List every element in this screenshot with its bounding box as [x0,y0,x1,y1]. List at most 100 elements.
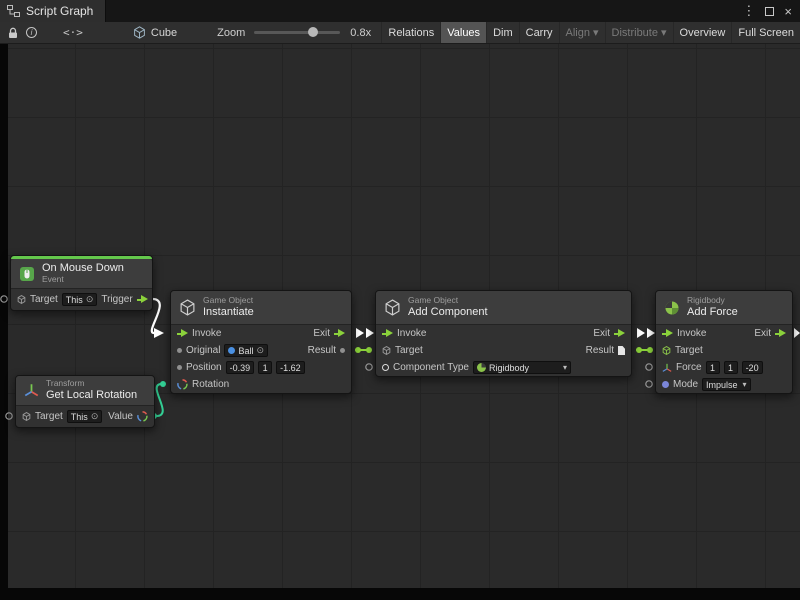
close-icon[interactable]: × [784,4,792,19]
node-title: Add Force [687,306,738,319]
fullscreen-button[interactable]: Full Screen [731,22,800,43]
enum-type-icon [662,381,669,388]
position-x-input[interactable]: -0.39 [226,361,255,374]
node-title: Get Local Rotation [46,389,137,402]
flow-output-icon[interactable] [775,329,786,338]
rigidbody-icon [664,300,680,316]
position-port-label: Position [186,362,222,373]
target-port-label: Target [30,294,58,305]
rotation-port-label: Rotation [192,379,229,390]
gameobject-icon [179,299,196,316]
node-header: Game Object Instantiate [171,291,351,325]
position-y-input[interactable]: 1 [258,361,272,374]
gameobject-type-icon [662,346,671,355]
node-header: Game Object Add Component [376,291,631,325]
target-port-label: Target [395,345,423,356]
target-port-label: Target [675,345,703,356]
dropdown-arrow-icon: ▾ [593,26,599,39]
value-port-icon[interactable] [177,365,182,370]
target-object-field[interactable]: This ⊙ [67,410,103,423]
values-label: Values [447,27,480,39]
rotation-type-icon[interactable] [137,411,148,422]
type-port-icon[interactable] [382,364,389,371]
node-add-force[interactable]: Rigidbody Add Force Invoke Exit Target [655,290,793,394]
window-tab[interactable]: Script Graph [0,0,106,22]
distribute-label: Distribute [612,27,658,39]
values-button[interactable]: Values [440,22,486,43]
port-row: Component Type Rigidbody ▾ [376,359,631,376]
script-graph-window: Script Graph ⋮ × i <·> Cube Zoom 0.8x [0,0,800,600]
node-get-local-rotation[interactable]: Transform Get Local Rotation Target This… [15,375,155,428]
invoke-port-label: Invoke [677,328,706,339]
maximize-icon[interactable] [765,7,774,16]
relations-label: Relations [388,27,434,39]
component-result-icon[interactable] [618,346,625,355]
force-mode-dropdown[interactable]: Impulse ▾ [702,378,751,391]
trigger-port-label: Trigger [101,294,132,305]
lock-glyph [8,27,18,39]
invoke-port-label: Invoke [397,328,426,339]
carry-button[interactable]: Carry [519,22,559,43]
relations-button[interactable]: Relations [381,22,440,43]
port-row: Position -0.39 1 -1.62 [171,359,351,376]
info-icon[interactable]: i [22,22,41,43]
flow-output-icon[interactable] [334,329,345,338]
node-add-component[interactable]: Game Object Add Component Invoke Exit Ta… [375,290,632,377]
zoom-slider[interactable] [254,31,340,34]
port-row: Force 1 1 -20 [656,359,792,376]
distribute-button[interactable]: Distribute▾ [605,22,673,43]
graph-toolbar: i <·> Cube Zoom 0.8x Relations Values Di… [0,22,800,44]
flow-input-icon[interactable] [662,329,673,338]
force-y-input[interactable]: 1 [724,361,738,374]
mode-port-label: Mode [673,379,698,390]
flow-output-icon[interactable] [614,329,625,338]
object-picker-icon[interactable]: ⊙ [86,295,94,304]
force-y-value: 1 [728,363,733,373]
node-category: Game Object [408,296,488,306]
result-port-label: Result [308,345,336,356]
dim-button[interactable]: Dim [486,22,519,43]
object-picker-icon[interactable]: ⊙ [91,412,99,421]
dropdown-arrow-icon: ▾ [563,363,567,372]
original-object-value: Ball [238,346,253,356]
ball-prefab-icon [228,347,235,354]
port-row: Invoke Exit [376,325,631,342]
lock-icon[interactable] [4,22,22,43]
flow-output-icon[interactable] [137,295,148,304]
title-bar: Script Graph ⋮ × [0,0,800,22]
force-x-input[interactable]: 1 [706,361,720,374]
graph-inspector-icon[interactable]: <·> [59,22,87,43]
value-port-icon[interactable] [177,348,182,353]
kebab-menu-icon[interactable]: ⋮ [742,3,755,19]
align-button[interactable]: Align▾ [559,22,605,43]
component-type-value: Rigidbody [489,363,529,373]
invoke-port-label: Invoke [192,328,221,339]
value-port-icon[interactable] [340,348,345,353]
target-object-field[interactable]: This ⊙ [62,293,98,306]
component-type-dropdown[interactable]: Rigidbody ▾ [473,361,571,374]
script-graph-icon [7,5,20,17]
canvas-bottom-edge [0,588,800,600]
port-row: Rotation [171,376,351,393]
gameobject-type-icon [17,295,26,304]
zoom-slider-thumb[interactable] [308,27,318,37]
flow-input-icon[interactable] [382,329,393,338]
node-instantiate[interactable]: Game Object Instantiate Invoke Exit Orig… [170,290,352,394]
position-z-input[interactable]: -1.62 [276,361,305,374]
target-object-value: This [66,295,83,305]
graph-object-label: Cube [151,27,177,39]
force-z-input[interactable]: -20 [742,361,763,374]
force-port-label: Force [676,362,702,373]
exit-port-label: Exit [754,328,771,339]
object-picker-icon[interactable]: ⊙ [256,346,264,355]
graph-object-button[interactable]: Cube [133,26,177,39]
position-y-value: 1 [263,363,268,373]
overview-button[interactable]: Overview [673,22,732,43]
node-on-mouse-down[interactable]: On Mouse Down Event Target This ⊙ Trigge… [10,255,153,311]
force-x-value: 1 [710,363,715,373]
flow-input-icon[interactable] [177,329,188,338]
original-object-field[interactable]: Ball ⊙ [224,344,268,357]
original-port-label: Original [186,345,220,356]
exit-port-label: Exit [313,328,330,339]
rotation-type-icon[interactable] [177,379,188,390]
